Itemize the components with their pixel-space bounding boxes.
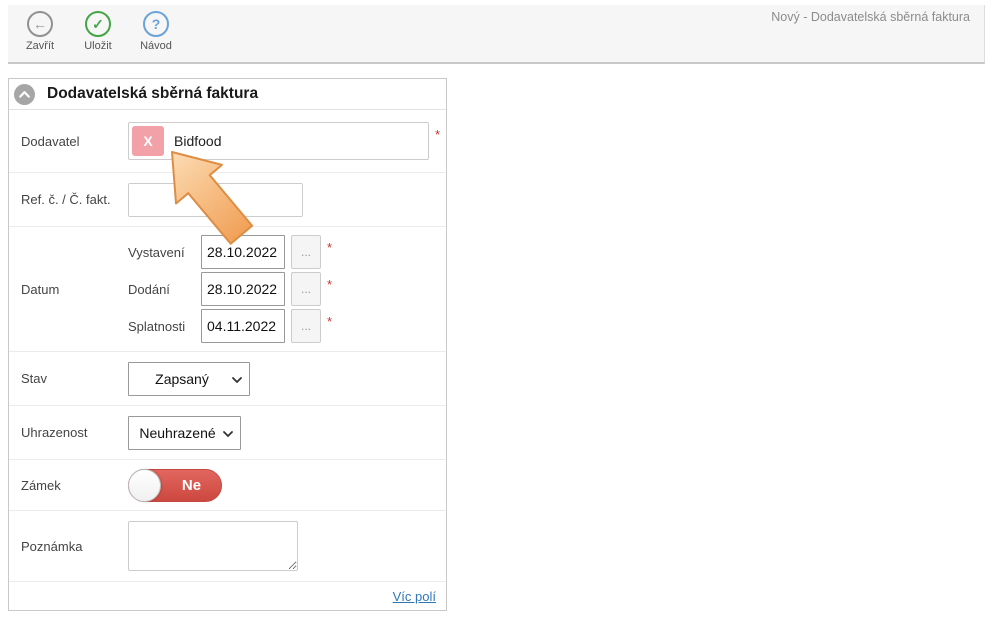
chevron-down-icon [223, 431, 233, 437]
field-row-datum: Datum Vystavení ... * Dodání ... * Splat… [9, 227, 446, 352]
stav-selected-value: Zapsaný [155, 371, 209, 387]
vystaveni-date-input[interactable] [201, 235, 285, 269]
supplier-input-box: X [128, 122, 429, 160]
ref-label: Ref. č. / Č. fakt. [9, 192, 128, 207]
field-row-stav: Stav Zapsaný [9, 352, 446, 406]
dodavatel-label: Dodavatel [9, 134, 128, 149]
help-button[interactable]: ? Návod [127, 11, 185, 52]
toolbar-buttons: ← Zavřít ✓ Uložit ? Návod [11, 11, 185, 52]
date-subrow-vystaveni: Vystavení ... * [128, 235, 332, 269]
uhrazenost-label: Uhrazenost [9, 425, 128, 440]
toggle-state-label: Ne [162, 470, 221, 501]
field-row-poznamka: Poznámka [9, 511, 446, 582]
poznamka-label: Poznámka [9, 539, 128, 554]
required-marker: * [327, 314, 332, 329]
date-subrow-splatnosti: Splatnosti ... * [128, 309, 332, 343]
window-context-title: Nový - Dodavatelská sběrná faktura [771, 10, 970, 24]
date-subrow-dodani: Dodání ... * [128, 272, 332, 306]
close-button[interactable]: ← Zavřít [11, 11, 69, 52]
field-row-ref: Ref. č. / Č. fakt. [9, 173, 446, 227]
splatnosti-label: Splatnosti [128, 319, 201, 334]
required-marker: * [327, 277, 332, 292]
stav-label: Stav [9, 371, 128, 386]
panel-footer: Víc polí [9, 582, 446, 610]
page-title: Dodavatelská sběrná faktura [47, 85, 258, 103]
dodani-label: Dodání [128, 282, 201, 297]
invoice-form-panel: Dodavatelská sběrná faktura Dodavatel X … [8, 78, 447, 611]
supplier-input[interactable] [174, 133, 428, 149]
save-button[interactable]: ✓ Uložit [69, 11, 127, 52]
date-column: Vystavení ... * Dodání ... * Splatnosti … [128, 235, 332, 343]
vystaveni-datepicker-button[interactable]: ... [291, 235, 321, 269]
lock-toggle[interactable]: Ne [128, 469, 222, 502]
vystaveni-label: Vystavení [128, 245, 201, 260]
more-fields-link[interactable]: Víc polí [393, 589, 436, 604]
field-row-uhrazenost: Uhrazenost Neuhrazené [9, 406, 446, 460]
field-row-dodavatel: Dodavatel X * [9, 110, 446, 173]
panel-header: Dodavatelská sběrná faktura [9, 79, 446, 110]
splatnosti-date-input[interactable] [201, 309, 285, 343]
dodani-datepicker-button[interactable]: ... [291, 272, 321, 306]
ref-input[interactable] [128, 183, 303, 217]
uhrazenost-select[interactable]: Neuhrazené [128, 416, 241, 450]
uhrazenost-selected-value: Neuhrazené [139, 425, 215, 441]
field-row-zamek: Zámek Ne [9, 460, 446, 511]
required-marker: * [327, 240, 332, 255]
chevron-up-icon [14, 84, 35, 105]
required-marker: * [435, 127, 440, 142]
stav-select[interactable]: Zapsaný [128, 362, 250, 396]
chevron-down-icon [232, 377, 242, 383]
datum-label: Datum [9, 282, 128, 297]
note-textarea[interactable] [128, 521, 298, 571]
zamek-label: Zámek [9, 478, 128, 493]
check-icon: ✓ [85, 11, 111, 37]
toggle-knob [128, 469, 161, 502]
clear-supplier-button[interactable]: X [132, 126, 164, 156]
question-icon: ? [143, 11, 169, 37]
splatnosti-datepicker-button[interactable]: ... [291, 309, 321, 343]
back-arrow-icon: ← [27, 11, 53, 37]
save-button-label: Uložit [84, 40, 112, 52]
collapse-panel-button[interactable] [14, 84, 35, 105]
close-button-label: Zavřít [26, 40, 54, 52]
help-button-label: Návod [140, 40, 172, 52]
dodani-date-input[interactable] [201, 272, 285, 306]
toolbar: ← Zavřít ✓ Uložit ? Návod Nový - Dodavat… [8, 5, 985, 64]
